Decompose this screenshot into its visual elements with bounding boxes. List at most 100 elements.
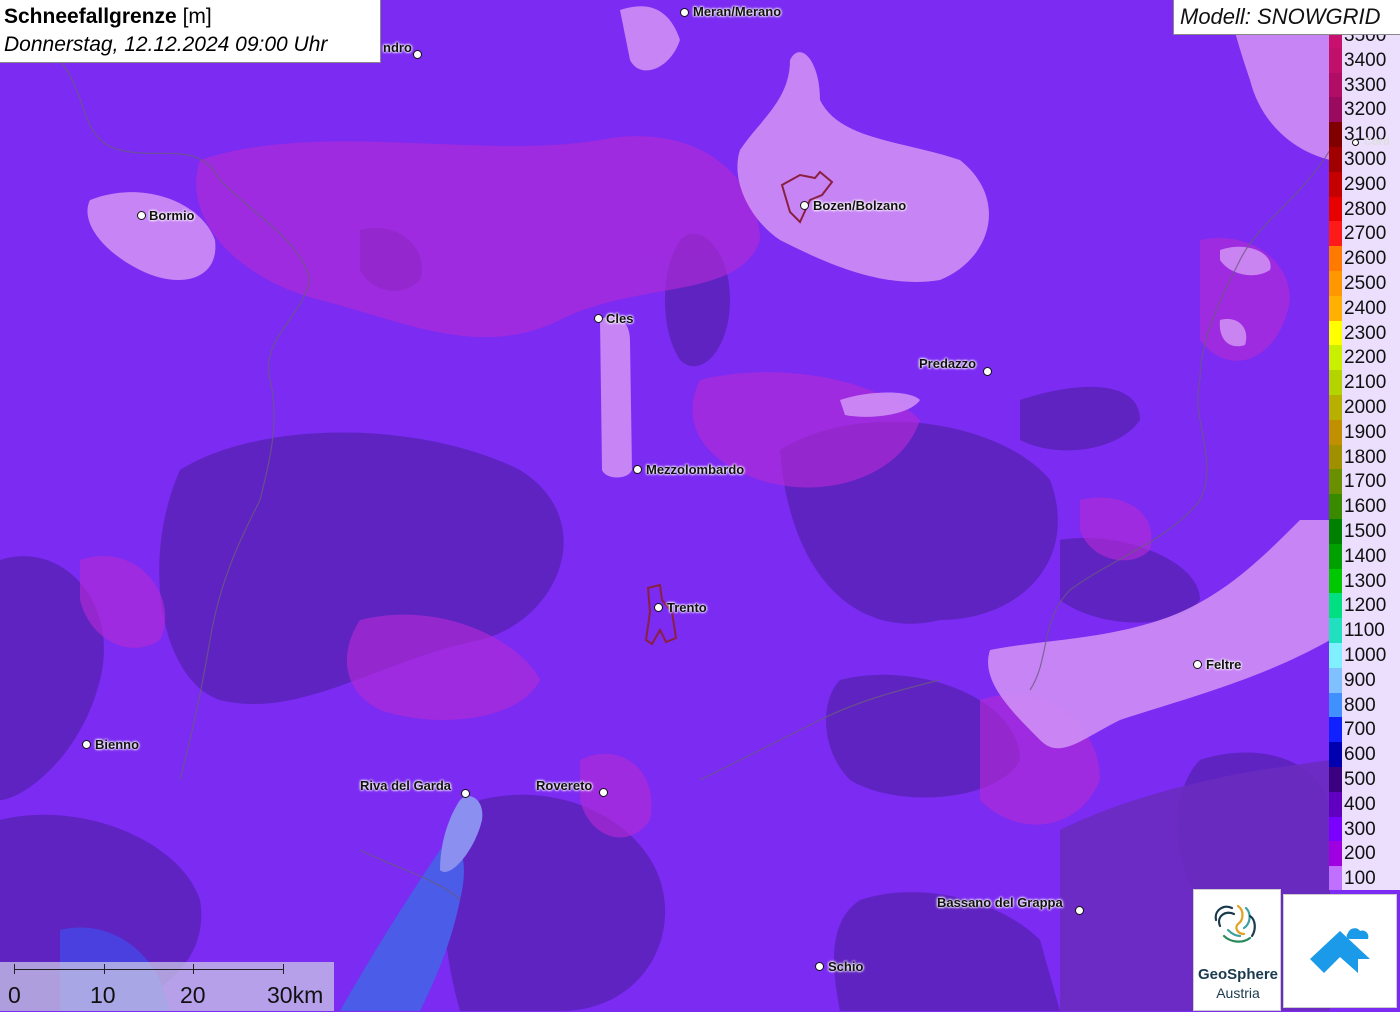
legend-swatch	[1329, 47, 1342, 73]
legend-label: 1100	[1344, 620, 1385, 642]
legend-label: 1000	[1344, 645, 1387, 666]
city-label-feltre[interactable]: Feltre	[1206, 657, 1241, 672]
legend-swatch	[1329, 97, 1342, 123]
legend-item: 1300	[1329, 568, 1400, 594]
city-label-mezzolombardo[interactable]: Mezzolombardo	[646, 462, 744, 477]
city-dot	[815, 962, 824, 971]
legend-item: 1200	[1329, 593, 1400, 619]
legend-item: 2900	[1329, 171, 1400, 197]
city-label-trento[interactable]: Trento	[667, 600, 707, 615]
legend-swatch	[1329, 667, 1342, 693]
legend-item: 1100	[1329, 618, 1400, 643]
legend-item: 1800	[1329, 444, 1400, 470]
scale-label: 10	[90, 982, 116, 1008]
legend-label: 600	[1344, 744, 1376, 766]
legend-swatch	[1329, 370, 1342, 395]
legend-swatch	[1329, 494, 1342, 519]
scale-label: 20	[180, 982, 206, 1008]
legend-item: 1900	[1329, 419, 1400, 445]
legend-item: 2400	[1329, 295, 1400, 321]
legend-label: 900	[1344, 669, 1376, 691]
legend-item: 500	[1329, 767, 1400, 792]
legend-label: 1800	[1344, 446, 1387, 468]
scale-tick	[14, 964, 15, 974]
city-label-cles[interactable]: Cles	[606, 311, 633, 326]
legend-swatch	[1329, 271, 1342, 296]
legend-label: 2200	[1344, 347, 1387, 369]
legend-item: 200	[1329, 841, 1400, 867]
legend-item: 600	[1329, 742, 1400, 767]
legend-item: 300	[1329, 816, 1400, 842]
legend-swatch	[1329, 295, 1342, 321]
legend-swatch	[1329, 717, 1342, 743]
legend-label: 100	[1344, 868, 1376, 890]
geosphere-logo[interactable]: GeoSphere Austria	[1193, 889, 1281, 1011]
legend-label: 3300	[1344, 74, 1387, 96]
map-title: Schneefallgrenze [m]	[4, 3, 380, 31]
scale-label: 0	[8, 982, 21, 1008]
city-label-sondrio[interactable]: ndro	[383, 40, 412, 55]
city-label-riva-del-garda[interactable]: Riva del Garda	[360, 778, 451, 793]
color-legend: 3500 3400 3300 3200 3100 3000 2900 2800 2700 2600…	[1329, 35, 1400, 890]
legend-label: 700	[1344, 719, 1376, 741]
legend-label: 1600	[1344, 496, 1387, 518]
legend-item: 2700	[1329, 221, 1400, 247]
legend-label: 2800	[1344, 198, 1387, 220]
legend-item: 1400	[1329, 543, 1400, 569]
city-dot	[599, 788, 608, 797]
legend-swatch	[1329, 643, 1342, 668]
city-dot	[1193, 660, 1202, 669]
scale-tick	[283, 964, 284, 974]
scale-tick	[104, 964, 105, 974]
snowfall-line-map[interactable]	[0, 0, 1400, 1011]
city-label-bormio[interactable]: Bormio	[149, 208, 195, 223]
title-parameter: Schneefallgrenze	[4, 5, 177, 28]
legend-swatch	[1329, 692, 1342, 718]
scale-label: 30km	[267, 982, 324, 1008]
city-label-cortina[interactable]: Corti	[1364, 136, 1390, 148]
legend-swatch	[1329, 469, 1342, 495]
city-dot	[461, 789, 470, 798]
house-cloud-icon	[1310, 928, 1370, 973]
scale-line	[14, 969, 284, 970]
city-label-rovereto[interactable]: Rovereto	[536, 778, 592, 793]
city-label-schio[interactable]: Schio	[828, 959, 863, 974]
legend-item: 2100	[1329, 370, 1400, 395]
city-label-predazzo[interactable]: Predazzo	[919, 356, 976, 371]
legend-item: 3000	[1329, 147, 1400, 172]
legend-label: 2500	[1344, 273, 1387, 294]
city-label-bassano[interactable]: Bassano del Grappa	[937, 895, 1063, 910]
legend-swatch	[1329, 35, 1342, 48]
city-dot	[633, 465, 642, 474]
city-label-bozen[interactable]: Bozen/Bolzano	[813, 198, 906, 213]
legend-swatch	[1329, 246, 1342, 271]
weather-app-logo[interactable]	[1283, 894, 1397, 1008]
legend-swatch	[1329, 618, 1342, 643]
geosphere-logo-line2: Austria	[1216, 985, 1260, 1001]
city-label-bienno[interactable]: Bienno	[95, 737, 139, 752]
legend-label: 300	[1344, 818, 1376, 840]
legend-label: 400	[1344, 793, 1376, 815]
legend-label: 500	[1344, 769, 1376, 790]
legend-swatch	[1329, 395, 1342, 420]
title-unit: [m]	[176, 5, 212, 28]
legend-label: 2700	[1344, 223, 1387, 245]
legend-item: 3300	[1329, 72, 1400, 98]
legend-item: 800	[1329, 692, 1400, 718]
city-dot	[594, 314, 603, 323]
legend-label: 3000	[1344, 149, 1387, 170]
legend-swatch	[1329, 742, 1342, 767]
legend-item: 1000	[1329, 643, 1400, 668]
legend-swatch	[1329, 816, 1342, 842]
legend-label: 1400	[1344, 545, 1387, 567]
legend-item: 1500	[1329, 519, 1400, 544]
legend-label: 3500	[1344, 35, 1387, 46]
city-dot	[654, 603, 663, 612]
city-label-meran[interactable]: Meran/Merano	[693, 4, 781, 19]
legend-item: 2300	[1329, 320, 1400, 346]
legend-item: 2200	[1329, 345, 1400, 371]
legend-swatch	[1329, 444, 1342, 470]
legend-item: 700	[1329, 717, 1400, 743]
legend-swatch	[1329, 543, 1342, 569]
city-dot	[1352, 139, 1359, 146]
